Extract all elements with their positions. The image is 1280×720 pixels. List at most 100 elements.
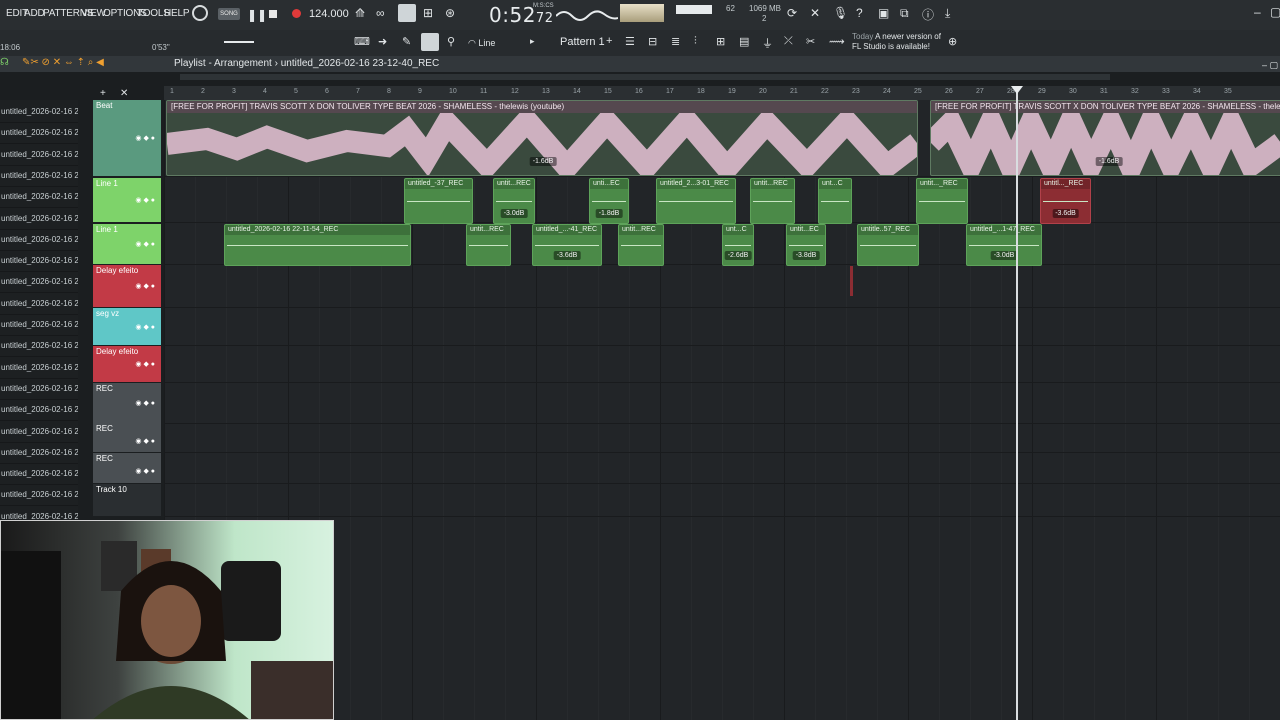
beat-audio-clip-2[interactable]: [FREE FOR PROFIT] TRAVIS SCOTT X DON TOL… [930,100,1280,176]
track-header[interactable]: REC ◉ ◆ ● [93,383,161,423]
eq-icon[interactable]: ⫶ [694,35,697,48]
browser-file-item[interactable]: untitled_2026-02-16 23- [0,400,78,422]
track-mute-solo-icons[interactable]: ◉ ◆ ● [135,437,155,445]
track-header[interactable]: Line 1 ◉ ◆ ● [93,178,161,222]
track-header[interactable]: seg vz ◉ ◆ ● [93,308,161,345]
browser-file-item[interactable]: untitled_2026-02-16 23- [0,166,78,187]
browser-toggle-icon[interactable]: ☊ [0,57,14,71]
timeline-ruler[interactable] [164,86,1280,101]
audio-clip[interactable]: untitled_-37_REC [404,178,473,224]
pattern-selector[interactable]: Pattern 1 [560,36,605,48]
save-icon[interactable]: ▣ [878,6,889,20]
playhead-marker-icon[interactable] [1011,86,1023,94]
close-icon[interactable]: ✕ [120,88,128,99]
loop-record-icon[interactable]: ∞ [376,6,385,20]
master-volume-knob[interactable] [192,5,208,21]
track-lane[interactable] [164,453,1280,484]
track-mute-solo-icons[interactable]: ◉ ◆ ● [135,399,155,407]
track-mute-solo-icons[interactable]: ◉ ◆ ● [135,467,155,475]
audio-clip[interactable]: untit..._REC [916,178,968,224]
add-track-icon[interactable]: + [100,88,106,99]
playlist-tools-icons[interactable]: ✎✂ ⊘ ✕ ⇔ ⇡ ⌕ ◀ [22,57,104,68]
plug-icon[interactable]: ⏚ [762,35,773,51]
track-header[interactable]: Beat ◉ ◆ ● [93,100,161,176]
browser-file-item[interactable]: untitled_2026-02-16 23- [0,251,78,273]
mixer-view-icon[interactable]: ≣ [671,35,680,48]
track-lane[interactable] [164,308,1280,346]
track-mute-solo-icons[interactable]: ◉ ◆ ● [135,360,155,368]
track-mute-solo-icons[interactable]: ◉ ◆ ● [135,134,155,142]
export-icon[interactable]: ⟿ [829,35,845,48]
menu-add[interactable]: ADD [24,8,45,19]
browser-icon[interactable]: ⊞ [716,35,725,48]
audio-clip[interactable]: untitl..._REC -3.6dB [1040,178,1091,224]
browser-file-item[interactable]: untitled_2026-02-16 22- [0,145,78,166]
audio-clip[interactable]: untitled_...-41_REC -3.6dB [532,224,602,266]
stop-icon[interactable] [269,10,277,18]
horizontal-scrollbar[interactable] [180,74,1110,80]
browser-file-item[interactable]: untitled_2026-02-16 23- [0,336,78,358]
audio-clip[interactable]: untit...REC [466,224,511,266]
audio-clip[interactable]: unti...EC -1.8dB [589,178,629,224]
download-icon[interactable]: ⤓ [945,6,950,21]
track-header[interactable]: Delay efeito ◉ ◆ ● [93,346,161,382]
track-mute-solo-icons[interactable]: ◉ ◆ ● [135,323,155,331]
audio-clip[interactable]: untitled_...1-47_REC -3.0dB [966,224,1042,266]
audio-clip[interactable]: unt...C -2.6dB [722,224,754,266]
channel-rack-icon[interactable]: ⊟ [648,35,657,48]
browser-file-item[interactable]: untitled_2026-02-16 23- [0,485,78,507]
help-icon[interactable]: ? [856,6,863,20]
cut-icon[interactable]: ✂ [806,35,815,48]
audio-clip[interactable]: untit...EC -3.8dB [786,224,826,266]
track-lane[interactable] [164,383,1280,424]
track-lane[interactable] [164,484,1280,517]
track-lane[interactable] [164,346,1280,383]
browser-file-item[interactable]: untitled_2026-02-16 23- [0,443,78,464]
browser-file-item[interactable]: untitled_2026-02-16 23- [0,209,78,230]
browser-file-item[interactable]: untitled_2026-02-16 23- [0,187,78,209]
pattern-prev-icon[interactable]: ▸ [530,36,535,47]
browser-file-item[interactable]: untitled_2026-02-16 23- [0,294,78,315]
playhead[interactable] [1016,86,1018,720]
track-lane[interactable] [164,265,1280,308]
snap-link-toggle[interactable] [421,33,439,51]
browser-file-item[interactable]: untitled_2026-02-16 23- [0,315,78,336]
main-pitch-slider[interactable] [224,41,254,43]
audio-clip[interactable]: untit...REC [618,224,664,266]
audio-clip[interactable]: unt...C [818,178,852,224]
update-hint[interactable]: Today A newer version of FL Studio is av… [852,32,952,52]
tempo-tap-icon[interactable]: ⤫ [784,35,793,48]
audio-clip[interactable]: untit...REC [750,178,795,224]
record-icon[interactable] [292,9,301,18]
tempo-display[interactable]: 124.000 [309,8,349,20]
step-edit-icon[interactable]: ⊞ [423,6,433,20]
globe-icon[interactable]: ⊕ [948,35,957,48]
browser-file-item[interactable]: untitled_2026-02-16 23- [0,464,78,486]
undo-icon[interactable]: ⟳ [787,6,797,20]
audio-clip[interactable]: untitle..57_REC [857,224,919,266]
mixer-icon[interactable]: ✕ [810,6,820,20]
audio-clip[interactable]: untit...REC -3.0dB [493,178,535,224]
beat-audio-clip[interactable]: [FREE FOR PROFIT] TRAVIS SCOTT X DON TOL… [166,100,918,176]
browser-file-item[interactable]: untitled_2026-02-16 23- [0,230,78,251]
track-lane[interactable] [164,423,1280,453]
track-header[interactable]: Line 1 ◉ ◆ ● [93,224,161,264]
track-mute-solo-icons[interactable]: ◉ ◆ ● [135,282,155,290]
browser-file-item[interactable]: untitled_2026-02-16 23- [0,272,78,294]
track-header[interactable]: Track 10 [93,484,161,516]
add-pattern-icon[interactable]: + [606,35,612,47]
menu-help[interactable]: HELP [164,8,190,19]
pencil-icon[interactable]: ✎ [402,35,411,48]
microphone-icon[interactable]: 🎙 [833,6,848,20]
browser-file-item[interactable]: untitled_2026-02-16 22- [0,123,78,145]
blend-notes-icon[interactable]: ⊛ [445,6,455,20]
plugin-icon[interactable]: ⧉ [900,6,909,21]
track-header[interactable]: REC ◉ ◆ ● [93,453,161,483]
track-mute-solo-icons[interactable]: ◉ ◆ ● [135,240,155,248]
piano-roll-icon[interactable]: ⌨ [354,35,370,48]
track-header[interactable]: REC ◉ ◆ ● [93,423,161,452]
audio-clip[interactable]: untitled_2...3-01_REC [656,178,736,224]
track-header[interactable]: Delay efeito ◉ ◆ ● [93,265,161,307]
metronome-icon[interactable]: ⟰ [355,6,365,20]
arrow-icon[interactable]: ➜ [378,35,387,48]
